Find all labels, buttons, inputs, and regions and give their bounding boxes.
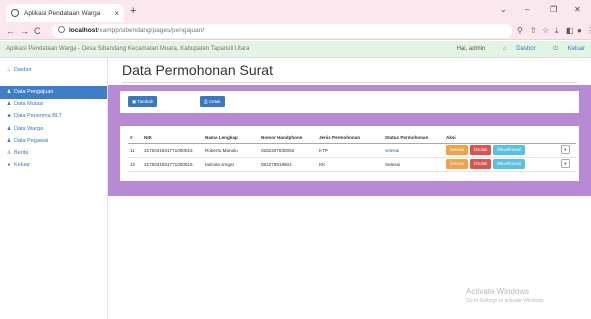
url-path: /xampp/sibendang/pages/pengajuan/: [97, 27, 205, 34]
cell-jenis: KK: [317, 157, 383, 172]
requests-table: # NIK Nama Lengkap Nomor Handphone Jenis…: [128, 133, 576, 172]
sidebar: ⌂ Dasbor ♟ Data Pengajuan ♟ Data Mutasi ■ Da…: [0, 58, 108, 319]
sidebar-item-label: Data Pengajuan: [14, 89, 54, 95]
sidepanel-icon[interactable]: ◧: [566, 26, 574, 36]
cell-actions: Selesai Ditolak Dikonfirmasi ▾: [444, 157, 576, 172]
cell-nama: Roberto Manalu: [203, 143, 259, 158]
power-icon: ⏻: [553, 46, 560, 52]
process-button[interactable]: Dikonfirmasi: [493, 145, 525, 155]
cell-nama: Iasmita sregar: [203, 157, 259, 172]
col-header: Nama Lengkap: [203, 133, 259, 144]
col-header: #: [128, 133, 142, 144]
download-icon[interactable]: ⤓: [555, 26, 559, 36]
print-button-label: Cetak: [208, 99, 221, 104]
browser-tab-bar: Aplikasi Pendataan Warga × + ⌄ – ❐ ✕: [0, 0, 591, 22]
sidebar-item-dasbor[interactable]: ⌂ Dasbor: [0, 64, 107, 77]
sidebar-item-label: Data Pegawai: [14, 138, 49, 144]
tab-title: Aplikasi Pendataan Warga: [24, 9, 101, 17]
user-greeting: Hai, admin: [456, 46, 486, 52]
sidebar-item-label: Data Warga: [14, 126, 44, 132]
share-icon[interactable]: ⇧: [530, 26, 537, 36]
file-icon: ■: [7, 113, 11, 119]
power-icon: ●: [7, 162, 11, 168]
home-icon: ⌂: [502, 46, 509, 52]
add-button[interactable]: ▣ Tambah: [128, 96, 158, 107]
cell-status: selesai: [383, 143, 444, 158]
header-logout-link[interactable]: ⏻ Keluar: [545, 46, 585, 52]
menu-icon[interactable]: ⋮: [586, 26, 591, 36]
row-menu-chevron-icon[interactable]: ▾: [560, 145, 570, 154]
header-dashboard-link[interactable]: ⌂ Dasbor: [495, 46, 536, 52]
search-icon[interactable]: ⚲: [517, 26, 523, 36]
toolbar-box: ▣ Tambah ⎙ Cetak: [120, 91, 579, 113]
reject-button[interactable]: Ditolak: [470, 145, 492, 155]
close-tab-icon[interactable]: ×: [114, 9, 119, 18]
home-icon: ⌂: [7, 67, 11, 73]
back-icon[interactable]: ←: [6, 25, 15, 37]
address-bar-row: ← → C localhost/xampp/sibendang/pages/pe…: [0, 22, 591, 40]
sidebar-item-data-penerima-blt[interactable]: ■ Data Penerima BLT: [0, 110, 107, 123]
cell-nik: 3175031501771000015: [142, 157, 203, 172]
sidebar-item-label: Berita: [14, 150, 29, 156]
col-header: NIK: [142, 133, 203, 144]
table-box: # NIK Nama Lengkap Nomor Handphone Jenis…: [120, 126, 579, 181]
add-button-label: Tambah: [137, 99, 154, 104]
star-icon[interactable]: ☆: [542, 26, 549, 36]
main-content: Data Permohonan Surat ▣ Tambah ⎙ Cetak #…: [108, 58, 591, 319]
header-dashboard-label: Dasbor: [516, 46, 536, 52]
sidebar-item-label: Keluar: [14, 162, 30, 168]
cell-jenis: KTP: [317, 143, 383, 158]
activate-windows-watermark: Activate Windows Go to Settings to activ…: [466, 286, 545, 305]
header-logout-label: Keluar: [567, 46, 585, 52]
app-title: Aplikasi Pendataan Warga - Desa Sibandan…: [6, 46, 250, 52]
globe-icon: [11, 9, 19, 17]
row-menu-chevron-icon[interactable]: ▾: [560, 159, 570, 168]
cell-status: Selesai: [383, 157, 444, 172]
minimize-icon[interactable]: –: [525, 4, 529, 16]
content-panel: ▣ Tambah ⎙ Cetak # NIK Nama Lengkap Nomo…: [108, 85, 591, 196]
reload-icon[interactable]: C: [34, 25, 41, 37]
url-host: localhost: [69, 27, 98, 34]
sidebar-item-label: Dasbor: [14, 67, 32, 73]
header-links: Hai, admin ⌂ Dasbor ⏻ Keluar: [449, 41, 585, 58]
sidebar-item-label: Data Mutasi: [14, 101, 44, 107]
watermark-title: Activate Windows: [466, 287, 530, 296]
info-icon[interactable]: [58, 26, 65, 33]
table-header-row: # NIK Nama Lengkap Nomor Handphone Jenis…: [128, 133, 576, 144]
table-row: 11 3175031501771000015 Roberto Manalu 02…: [128, 143, 576, 158]
close-window-icon[interactable]: ✕: [574, 4, 581, 16]
finish-button[interactable]: Selesai: [446, 145, 469, 155]
reject-button[interactable]: Ditolak: [470, 159, 492, 169]
cell-nik: 3175031501771000015: [142, 143, 203, 158]
title-divider: [122, 82, 577, 83]
col-header: Jenis Permohonan: [317, 133, 383, 144]
profile-icon[interactable]: ●: [577, 26, 582, 36]
cell-no: 11: [128, 143, 142, 158]
cell-no: 12: [128, 157, 142, 172]
cell-actions: Selesai Ditolak Dikonfirmasi ▾: [444, 143, 576, 158]
table-row: 12 3175031501771000015 Iasmita sregar 08…: [128, 157, 576, 172]
sidebar-item-label: Data Penerima BLT: [14, 113, 62, 119]
col-header: Nomor Handphone: [259, 133, 317, 144]
col-header: Aksi: [444, 133, 576, 144]
watermark-subtitle: Go to Settings to activate Windows.: [466, 298, 545, 304]
new-tab-icon[interactable]: +: [130, 4, 136, 18]
sidebar-item-keluar[interactable]: ● Keluar: [0, 159, 107, 172]
col-header: Status Permohonan: [383, 133, 444, 144]
restore-icon[interactable]: ❐: [550, 4, 557, 16]
page-title: Data Permohonan Surat: [122, 62, 273, 78]
cell-hp: 0282207830052: [259, 143, 317, 158]
finish-button[interactable]: Selesai: [446, 159, 469, 169]
print-button[interactable]: ⎙ Cetak: [200, 96, 225, 107]
app-header: Aplikasi Pendataan Warga - Desa Sibandan…: [0, 41, 591, 58]
chevron-down-icon[interactable]: ⌄: [500, 4, 507, 16]
url-input[interactable]: localhost/xampp/sibendang/pages/pengajua…: [52, 24, 512, 38]
browser-tab[interactable]: Aplikasi Pendataan Warga ×: [6, 4, 124, 22]
process-button[interactable]: Dikonfirmasi: [493, 159, 525, 169]
cell-hp: 082279819804: [259, 157, 317, 172]
forward-icon[interactable]: →: [20, 25, 29, 37]
